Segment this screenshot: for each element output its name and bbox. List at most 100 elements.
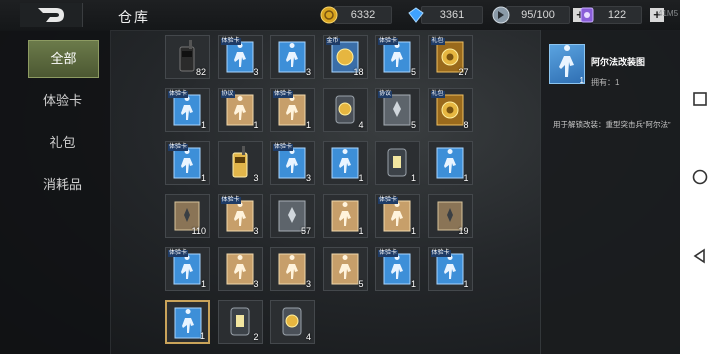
inventory-item[interactable]: 19 [427, 194, 473, 238]
inventory-item[interactable]: 礼包 27 [427, 35, 473, 79]
detail-item-owned: 拥有：1 [591, 78, 620, 87]
item-tag: 金币 [325, 38, 340, 45]
item-count: 1 [463, 173, 469, 183]
detail-item-description: 用于解锁改装：重型突击兵“阿尔法” [553, 120, 671, 129]
tab-trial-card[interactable]: 体验卡 [28, 83, 97, 119]
item-count: 2 [253, 332, 259, 342]
item-tag: 体验卡 [378, 197, 399, 204]
tab-consumables[interactable]: 消耗品 [28, 167, 97, 203]
inventory-item[interactable]: 1 [427, 141, 473, 185]
inventory-item[interactable]: 体验卡 5 [375, 35, 420, 79]
item-count: 1 [410, 173, 416, 183]
item-count: 1 [358, 226, 364, 236]
ticket-icon [580, 7, 594, 23]
inventory-item[interactable]: 协议 5 [375, 88, 420, 132]
item-count: 1 [463, 279, 469, 289]
tan-card-icon [331, 200, 358, 232]
item-tag: 体验卡 [273, 144, 294, 151]
inventory-item[interactable]: 3 [270, 35, 315, 79]
inventory-item[interactable]: 金币 18 [322, 35, 368, 79]
inventory-item[interactable]: 5 [322, 247, 368, 291]
blue-card-icon [331, 147, 358, 179]
chip-icon [230, 307, 249, 336]
inventory-item[interactable]: 体验卡 1 [375, 194, 420, 238]
diamond-resource: 3361 [407, 6, 483, 24]
inventory-item[interactable]: 体验卡 1 [375, 247, 420, 291]
tan-card-icon [226, 253, 253, 285]
inventory-item[interactable]: 4 [270, 300, 315, 344]
inventory-item[interactable]: 3 [217, 141, 263, 185]
item-count: 1 [410, 279, 416, 289]
radio-gold-icon [232, 146, 247, 178]
item-count: 110 [191, 226, 206, 236]
item-tag: 体验卡 [220, 38, 241, 45]
item-tag: 体验卡 [378, 38, 399, 45]
inventory-item[interactable]: 1 [322, 141, 368, 185]
item-count: 3 [253, 173, 259, 183]
inventory-item[interactable]: 1 [375, 141, 420, 185]
detail-item-thumbnail: 1 [549, 44, 585, 85]
inventory-item[interactable]: 1 [165, 300, 210, 344]
inventory-item[interactable]: 110 [165, 194, 210, 238]
item-tag: 体验卡 [168, 91, 189, 98]
gold-coin-icon [320, 6, 338, 24]
item-tag: 体验卡 [168, 250, 189, 257]
tab-gift-pack[interactable]: 礼包 [28, 125, 97, 161]
inventory-item[interactable]: 协议 1 [217, 88, 263, 132]
inventory-item[interactable]: 体验卡 1 [427, 247, 473, 291]
coin-chip-icon [335, 95, 354, 124]
inventory-item[interactable]: 2 [217, 300, 263, 344]
energy-resource: 95/100 + [492, 6, 587, 24]
page-title: 仓库 [118, 9, 150, 25]
item-tag: 体验卡 [378, 250, 399, 257]
back-nav-icon[interactable] [691, 247, 709, 265]
inventory-item[interactable]: 体验卡 1 [270, 88, 315, 132]
back-logo-icon [38, 8, 64, 22]
inventory-item[interactable]: 3 [217, 247, 263, 291]
inventory-item[interactable]: 82 [165, 35, 210, 79]
coin-chip-icon [282, 307, 302, 336]
chip-icon [387, 148, 407, 177]
inventory-item[interactable]: 57 [270, 194, 315, 238]
item-tag: 协议 [378, 91, 393, 98]
inventory-item[interactable]: 体验卡 3 [217, 35, 263, 79]
item-count: 1 [199, 331, 205, 341]
inventory-item[interactable]: 体验卡 1 [165, 88, 210, 132]
item-count: 5 [358, 279, 364, 289]
item-tag: 体验卡 [273, 91, 294, 98]
back-button[interactable] [20, 3, 83, 27]
energy-amount: 95/100 [506, 6, 570, 24]
item-count: 1 [200, 279, 206, 289]
item-count: 18 [353, 67, 364, 77]
recent-apps-icon[interactable] [691, 90, 709, 108]
tab-all[interactable]: 全部 [28, 40, 99, 78]
inventory-item[interactable]: 体验卡 3 [270, 141, 315, 185]
inventory-item[interactable]: 体验卡 1 [165, 247, 210, 291]
home-icon[interactable] [691, 168, 709, 186]
gold-resource: 6332 [320, 6, 392, 24]
detail-item-name: 阿尔法改装图 [591, 57, 646, 67]
inventory-item[interactable]: 体验卡 3 [217, 194, 263, 238]
item-tag: 体验卡 [168, 144, 189, 151]
item-count: 1 [358, 173, 364, 183]
inventory-item[interactable]: 4 [322, 88, 368, 132]
blue-card-icon [278, 41, 306, 73]
inventory-item[interactable]: 礼包 8 [427, 88, 473, 132]
tan-card-icon [278, 253, 306, 285]
diamond-icon [408, 7, 424, 23]
item-count: 3 [305, 67, 311, 77]
item-count: 1 [200, 173, 206, 183]
item-count: 1 [253, 120, 259, 130]
inventory-item[interactable]: 1 [322, 194, 368, 238]
item-count: 3 [253, 226, 259, 236]
gold-amount: 6332 [334, 6, 392, 24]
inventory-item[interactable]: 体验卡 1 [165, 141, 210, 185]
system-nav-bar [680, 0, 720, 354]
item-tag: 体验卡 [430, 250, 451, 257]
item-tag: 协议 [220, 91, 235, 98]
inventory-item[interactable]: 3 [270, 247, 315, 291]
item-count: 5 [410, 67, 416, 77]
detail-item-count: 1 [579, 76, 584, 85]
ticket-resource: 122 + [578, 6, 664, 24]
item-count: 1 [305, 120, 311, 130]
